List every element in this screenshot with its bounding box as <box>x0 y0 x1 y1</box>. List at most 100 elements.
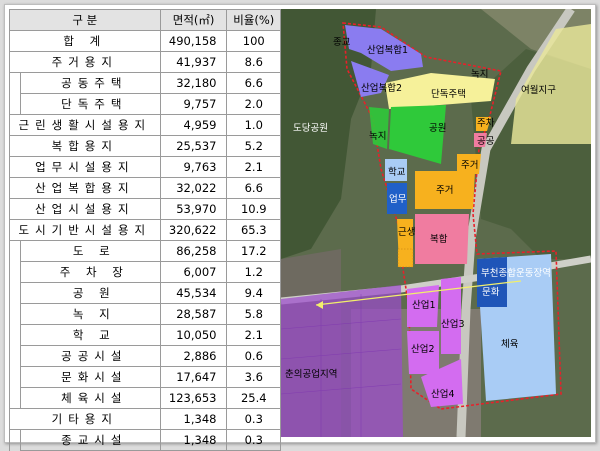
row-name: 주거용지 <box>9 51 161 73</box>
label-industrial-4: 산업4 <box>431 388 455 400</box>
row-ratio: 8.6 <box>226 51 281 73</box>
label-public: 공공 <box>477 136 495 147</box>
row-area: 32,022 <box>159 177 228 199</box>
row-ratio: 1.0 <box>226 114 281 136</box>
row-area: 4,959 <box>159 114 228 136</box>
table-row: 주거용지 41,937 8.6 <box>9 51 281 73</box>
row-name: 공동주택 <box>20 72 161 94</box>
indent-cell <box>9 366 21 388</box>
row-ratio: 0.6 <box>226 345 281 367</box>
label-mixed-use: 복합 <box>430 234 448 245</box>
label-industrial-1: 산업1 <box>412 299 436 311</box>
row-name: 합 계 <box>9 30 161 52</box>
row-ratio: 2.0 <box>226 93 281 115</box>
label-industrial-2: 산업2 <box>411 343 435 355</box>
row-ratio: 2.1 <box>226 156 281 178</box>
row-ratio: 25.4 <box>226 387 281 409</box>
land-use-table: 구 분 면적(㎡) 비율(%) 합 계 490,158 100 주거용지 41,937 8… <box>9 9 281 451</box>
row-name: 업무시설용지 <box>9 156 161 178</box>
table-row: 도 로 86,258 17.2 <box>9 240 281 262</box>
header-ratio: 비율(%) <box>226 9 281 31</box>
row-ratio: 0.3 <box>226 408 281 430</box>
table-row: 공공시설 2,886 0.6 <box>9 345 281 367</box>
label-green-1: 녹지 <box>471 69 488 80</box>
row-area: 86,258 <box>159 240 228 262</box>
table-row: 도시기반시설용지 320,622 65.3 <box>9 219 281 241</box>
indent-cell <box>9 240 21 262</box>
row-name: 종교시설 <box>20 429 161 451</box>
row-area: 17,647 <box>159 366 228 388</box>
label-yeowol-district: 여월지구 <box>521 84 556 96</box>
label-sports-complex-station: 부천종합운동장역 <box>481 268 551 279</box>
row-name: 주 차 장 <box>20 261 161 283</box>
label-parking: 주차 <box>477 117 495 129</box>
table-row: 업무시설용지 9,763 2.1 <box>9 156 281 178</box>
label-office: 업무 <box>389 193 407 205</box>
label-chunui-industrial-area: 춘의공업지역 <box>285 368 337 380</box>
table-row: 문화시설 17,647 3.6 <box>9 366 281 388</box>
row-area: 1,348 <box>159 408 228 430</box>
indent-cell <box>9 429 21 451</box>
row-area: 1,348 <box>159 429 228 451</box>
header-category: 구 분 <box>9 9 161 31</box>
indent-cell <box>9 261 21 283</box>
label-neighborhood: 근생 <box>398 227 415 238</box>
row-area: 41,937 <box>159 51 228 73</box>
table-row: 합 계 490,158 100 <box>9 30 281 52</box>
table-row: 종교시설 1,348 0.3 <box>9 429 281 451</box>
row-ratio: 6.6 <box>226 72 281 94</box>
indent-cell <box>9 282 21 304</box>
row-area: 9,757 <box>159 93 228 115</box>
row-area: 123,653 <box>159 387 228 409</box>
row-area: 10,050 <box>159 324 228 346</box>
neighborhood-hatch <box>397 248 414 268</box>
row-ratio: 5.8 <box>226 303 281 325</box>
row-area: 320,622 <box>159 219 228 241</box>
row-name: 산업시설용지 <box>9 198 161 220</box>
table-header-row: 구 분 면적(㎡) 비율(%) <box>9 9 281 31</box>
indent-cell <box>9 93 21 115</box>
label-park: 공원 <box>429 123 446 134</box>
row-area: 53,970 <box>159 198 228 220</box>
row-ratio: 5.2 <box>226 135 281 157</box>
row-name: 산업복합용지 <box>9 177 161 199</box>
chunui-industrial-area <box>281 285 403 437</box>
table-row: 공 원 45,534 9.4 <box>9 282 281 304</box>
label-religion: 종교 <box>333 37 351 48</box>
indent-cell <box>9 72 21 94</box>
label-industrial-3: 산업3 <box>441 318 465 330</box>
row-ratio: 3.6 <box>226 366 281 388</box>
row-name: 기타용지 <box>9 408 161 430</box>
row-name: 도시기반시설용지 <box>9 219 161 241</box>
row-area: 9,763 <box>159 156 228 178</box>
row-name: 학 교 <box>20 324 161 346</box>
row-ratio: 6.6 <box>226 177 281 199</box>
indent-cell <box>9 324 21 346</box>
table-row: 녹 지 28,587 5.8 <box>9 303 281 325</box>
table-row: 학 교 10,050 2.1 <box>9 324 281 346</box>
table-row: 기타용지 1,348 0.3 <box>9 408 281 430</box>
row-name: 근린생활시설용지 <box>9 114 161 136</box>
row-area: 28,587 <box>159 303 228 325</box>
row-ratio: 10.9 <box>226 198 281 220</box>
label-sports: 체육 <box>501 339 519 350</box>
row-name: 체육시설 <box>20 387 161 409</box>
table-row: 체육시설 123,653 25.4 <box>9 387 281 409</box>
row-name: 도 로 <box>20 240 161 262</box>
table-row: 복합용지 25,537 5.2 <box>9 135 281 157</box>
row-name: 녹 지 <box>20 303 161 325</box>
table-row: 주 차 장 6,007 1.2 <box>9 261 281 283</box>
label-industrial-complex-2: 산업복합2 <box>361 82 402 94</box>
table-row: 공동주택 32,180 6.6 <box>9 72 281 94</box>
row-area: 6,007 <box>159 261 228 283</box>
row-ratio: 17.2 <box>226 240 281 262</box>
row-area: 490,158 <box>159 30 228 52</box>
land-use-map: 종교 산업복합1 산업복합2 녹지 단독주택 여월지구 도당공원 공원 녹지 주… <box>281 9 591 437</box>
row-area: 45,534 <box>159 282 228 304</box>
label-green-2: 녹지 <box>369 131 386 142</box>
indent-cell <box>9 387 21 409</box>
label-culture: 문화 <box>482 287 500 298</box>
label-industrial-complex-1: 산업복합1 <box>367 44 408 56</box>
row-ratio: 65.3 <box>226 219 281 241</box>
table-row: 산업시설용지 53,970 10.9 <box>9 198 281 220</box>
